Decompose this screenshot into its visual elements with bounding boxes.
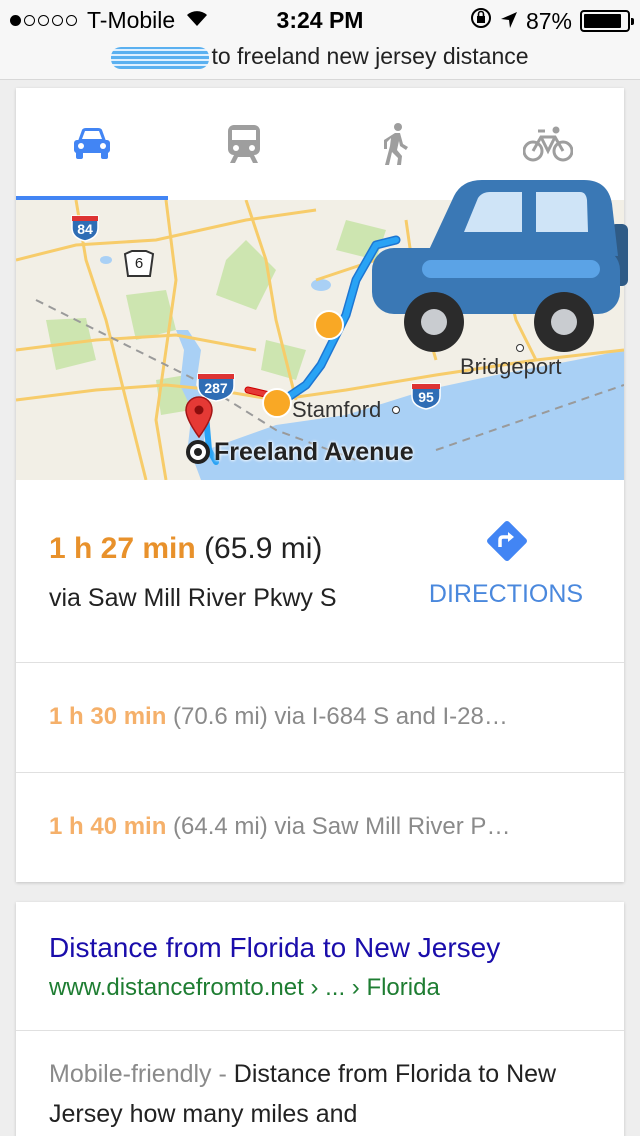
address-bar[interactable]: to freeland new jersey distance bbox=[0, 40, 640, 80]
route-via: via Saw Mill River Pkwy S bbox=[49, 584, 337, 612]
interstate-95-shield: 95 bbox=[410, 382, 442, 410]
route-distance: (65.9 mi) bbox=[204, 532, 323, 565]
rotation-lock-icon bbox=[470, 7, 492, 35]
alternate-route[interactable]: 1 h 30 min (70.6 mi) via I-684 S and I-2… bbox=[16, 663, 624, 773]
route-duration: 1 h 27 min bbox=[49, 532, 196, 565]
city-dot bbox=[392, 406, 400, 414]
primary-route[interactable]: 1 h 27 min (65.9 mi) via Saw Mill River … bbox=[16, 480, 624, 663]
search-result-card: Distance from Florida to New Jersey www.… bbox=[16, 902, 624, 1136]
walking-icon bbox=[384, 123, 408, 165]
search-query-text: to freeland new jersey distance bbox=[211, 43, 529, 69]
train-icon bbox=[228, 125, 260, 163]
construction-icon bbox=[262, 388, 292, 418]
city-label-stamford: Stamford bbox=[292, 397, 382, 422]
destination-label: Freeland Avenue bbox=[214, 438, 414, 466]
battery-icon bbox=[580, 10, 634, 32]
result-title-link[interactable]: Distance from Florida to New Jersey bbox=[49, 932, 500, 964]
location-arrow-icon bbox=[500, 8, 518, 35]
bicycle-icon bbox=[523, 126, 573, 162]
alt-route-duration: 1 h 30 min bbox=[49, 703, 167, 730]
destination-marker-icon bbox=[186, 440, 210, 464]
interstate-84-shield: 84 bbox=[70, 214, 100, 242]
mobile-friendly-label: Mobile-friendly - bbox=[49, 1060, 234, 1088]
directions-icon bbox=[487, 521, 527, 561]
result-snippet: Mobile-friendly - Distance from Florida … bbox=[49, 1054, 599, 1134]
battery-percentage: 87% bbox=[525, 7, 572, 34]
status-bar: T-Mobile 3:24 PM 87% bbox=[0, 0, 640, 40]
alt-route-details: (70.6 mi) via I-684 S and I-28… bbox=[166, 703, 508, 730]
car-sticker-icon bbox=[370, 176, 632, 354]
map-pin-icon bbox=[184, 396, 214, 438]
alternate-route[interactable]: 1 h 40 min (64.4 mi) via Saw Mill River … bbox=[16, 773, 624, 883]
alt-route-details: (64.4 mi) via Saw Mill River P… bbox=[166, 813, 511, 840]
city-label-bridgeport: Bridgeport bbox=[460, 354, 562, 379]
construction-icon bbox=[314, 310, 344, 340]
tab-transit[interactable] bbox=[168, 88, 320, 200]
redacted-text bbox=[111, 46, 210, 69]
tab-drive[interactable] bbox=[16, 88, 168, 200]
directions-label: DIRECTIONS bbox=[428, 580, 584, 608]
result-url[interactable]: www.distancefromto.net › ... › Florida bbox=[49, 974, 440, 1002]
alt-route-duration: 1 h 40 min bbox=[49, 813, 167, 840]
directions-button[interactable]: DIRECTIONS bbox=[416, 518, 596, 618]
car-icon bbox=[74, 128, 110, 159]
route-6-shield: 6 bbox=[122, 250, 156, 278]
divider bbox=[16, 1030, 624, 1031]
